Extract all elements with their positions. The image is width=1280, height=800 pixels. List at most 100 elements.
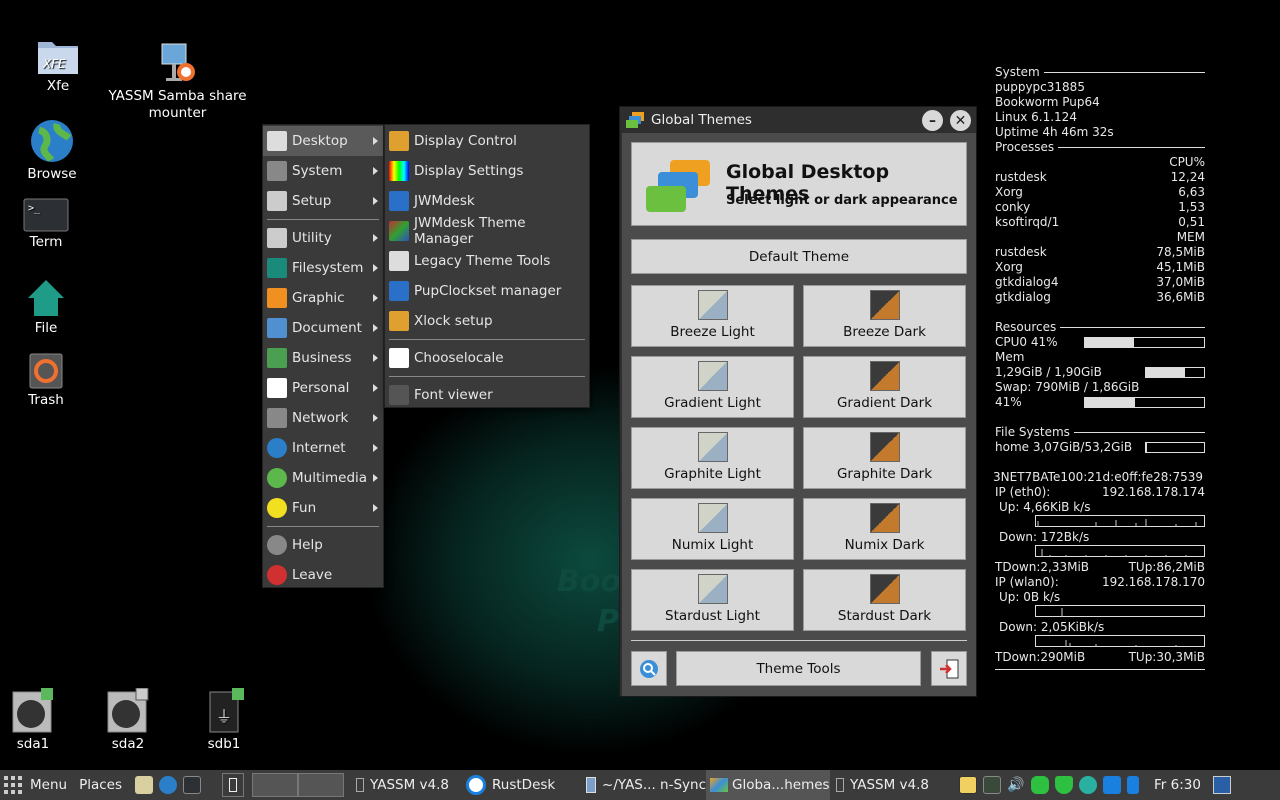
home-usage: home 3,07GiB/53,2GiB [995, 440, 1133, 454]
process-row: rustdesk 78,5MiB [995, 245, 1205, 260]
desktop-icon-trash[interactable]: Trash [0, 348, 101, 409]
power-tray-icon[interactable] [1127, 776, 1140, 794]
desktop-pager-1[interactable] [222, 773, 245, 797]
pup-tray-icon[interactable] [959, 776, 978, 794]
menu-item-desktop[interactable]: Desktop [263, 126, 383, 156]
theme-button-breeze-light[interactable]: Breeze Light [631, 285, 794, 347]
xfe-folder-icon: XFE [3, 34, 113, 76]
menu-item-fun[interactable]: Fun [263, 493, 383, 523]
desktop-icon-yassm[interactable]: YASSM Samba share mounter [105, 42, 250, 122]
submenu-arrow-icon [373, 197, 378, 205]
theme-button-numix-dark[interactable]: Numix Dark [803, 498, 966, 560]
global-themes-task-icon [710, 778, 729, 792]
submenu-item-jwmdesk[interactable]: JWMdesk [385, 186, 589, 216]
process-name: Xorg [995, 185, 1023, 199]
menu-item-utility[interactable]: Utility [263, 223, 383, 253]
calendar-icon [267, 378, 287, 398]
submenu-item-pupclockset-manager[interactable]: PupClockset manager [385, 276, 589, 306]
submenu-item-legacy-theme-tools[interactable]: Legacy Theme Tools [385, 246, 589, 276]
theme-button-breeze-dark[interactable]: Breeze Dark [803, 285, 966, 347]
theme-button-gradient-light[interactable]: Gradient Light [631, 356, 794, 418]
submenu-arrow-icon [373, 504, 378, 512]
desktop-icon-browse[interactable]: Browse [0, 118, 107, 183]
taskbar: Menu Places YASSM v4.8 RustDesk ~/YAS...… [0, 770, 1280, 800]
menu-item-label: Setup [292, 193, 332, 209]
task-rustdesk[interactable]: RustDesk [466, 770, 586, 800]
menu-item-label: Internet [292, 440, 346, 456]
internet-icon [267, 438, 287, 458]
firewall-shield-icon[interactable] [1055, 776, 1074, 794]
theme-button-graphite-light[interactable]: Graphite Light [631, 427, 794, 489]
theme-button-graphite-dark[interactable]: Graphite Dark [803, 427, 966, 489]
desktop-icon-file[interactable]: File [0, 276, 101, 337]
eth-label: IP (eth0): [995, 485, 1051, 499]
submenu-item-display-control[interactable]: Display Control [385, 126, 589, 156]
theme-tools-button[interactable]: Theme Tools [676, 651, 921, 686]
menu-item-business[interactable]: Business [263, 343, 383, 373]
menu-item-network[interactable]: Network [263, 403, 383, 433]
places-button[interactable]: Places [79, 770, 122, 800]
submenu-arrow-icon [373, 137, 378, 145]
drive-sda2[interactable]: sda2 [73, 688, 183, 753]
theme-swatch-icon [869, 290, 900, 320]
submenu-arrow-icon [373, 167, 378, 175]
menu-item-system[interactable]: System [263, 156, 383, 186]
menu-item-personal[interactable]: Personal [263, 373, 383, 403]
menu-item-help[interactable]: Help [263, 530, 383, 560]
task-yas-sync[interactable]: ~/YAS... n-Sync [586, 770, 706, 800]
minimize-button[interactable]: – [922, 110, 943, 131]
menu-item-document[interactable]: Document [263, 313, 383, 343]
drive-sdb1[interactable]: ⏚ sdb1 [169, 688, 279, 753]
desktop-icon-term[interactable]: >_ Term [0, 196, 101, 251]
menu-item-setup[interactable]: Setup [263, 186, 383, 216]
desktop-icon-xfe[interactable]: XFE Xfe [3, 34, 113, 95]
menu-item-multimedia[interactable]: Multimedia [263, 463, 383, 493]
submenu-item-font-viewer[interactable]: Font viewer [385, 380, 589, 410]
terminal-launcher-icon[interactable] [183, 776, 202, 794]
theme-button-stardust-light[interactable]: Stardust Light [631, 569, 794, 631]
theme-button-numix-light[interactable]: Numix Light [631, 498, 794, 560]
svg-text:>_: >_ [28, 203, 41, 214]
menu-item-label: Business [292, 350, 352, 366]
volume-icon[interactable]: 🔊 [1007, 776, 1025, 794]
cpu-monitor-tray-icon[interactable] [983, 776, 1002, 794]
submenu-arrow-icon [373, 294, 378, 302]
close-button[interactable]: ✕ [950, 110, 971, 131]
legacy-theme-icon [389, 251, 409, 271]
browser-launcher-icon[interactable] [159, 776, 178, 794]
menu-item-filesystem[interactable]: Filesystem [263, 253, 383, 283]
submenu-item-jwmdesk-theme-manager[interactable]: JWMdesk Theme Manager [385, 215, 589, 247]
process-row: gtkdialog 36,6MiB [995, 290, 1205, 305]
submenu-item-xlock-setup[interactable]: Xlock setup [385, 306, 589, 336]
clock[interactable]: Fr 6:30 [1154, 770, 1201, 800]
file-manager-launcher-icon[interactable] [135, 776, 154, 794]
user-tray-icon[interactable] [1212, 776, 1231, 794]
window-title: Global Themes [651, 112, 752, 128]
eth-up-speed: Up: 4,66KiB k/s [999, 500, 1091, 514]
exit-button[interactable] [931, 651, 967, 686]
kernel: Linux 6.1.124 [995, 110, 1077, 124]
desktop-pager-3[interactable] [298, 773, 345, 797]
globe-icon [0, 118, 107, 164]
default-theme-button[interactable]: Default Theme [631, 239, 967, 274]
search-button[interactable] [631, 651, 667, 686]
submenu-item-display-settings[interactable]: Display Settings [385, 156, 589, 186]
lock-icon [389, 311, 409, 331]
database-tray-icon[interactable] [1031, 776, 1050, 794]
menu-item-graphic[interactable]: Graphic [263, 283, 383, 313]
theme-button-gradient-dark[interactable]: Gradient Dark [803, 356, 966, 418]
menu-item-internet[interactable]: Internet [263, 433, 383, 463]
theme-button-stardust-dark[interactable]: Stardust Dark [803, 569, 966, 631]
task-yassm-2[interactable]: YASSM v4.8 [830, 770, 950, 800]
task-yassm-1[interactable]: YASSM v4.8 [356, 770, 466, 800]
network-tray-icon[interactable] [1079, 776, 1098, 794]
task-global-themes[interactable]: Globa...hemes [706, 770, 831, 800]
menu-item-leave[interactable]: Leave [263, 560, 383, 590]
submenu-arrow-icon [373, 474, 378, 482]
menu-button[interactable]: Menu [0, 770, 67, 800]
window-preview-icon [229, 778, 238, 792]
info-icon [267, 535, 287, 555]
submenu-item-chooselocale[interactable]: Chooselocale [385, 343, 589, 373]
desktop-pager-2[interactable] [252, 773, 299, 797]
connection-tray-icon[interactable] [1103, 776, 1122, 794]
